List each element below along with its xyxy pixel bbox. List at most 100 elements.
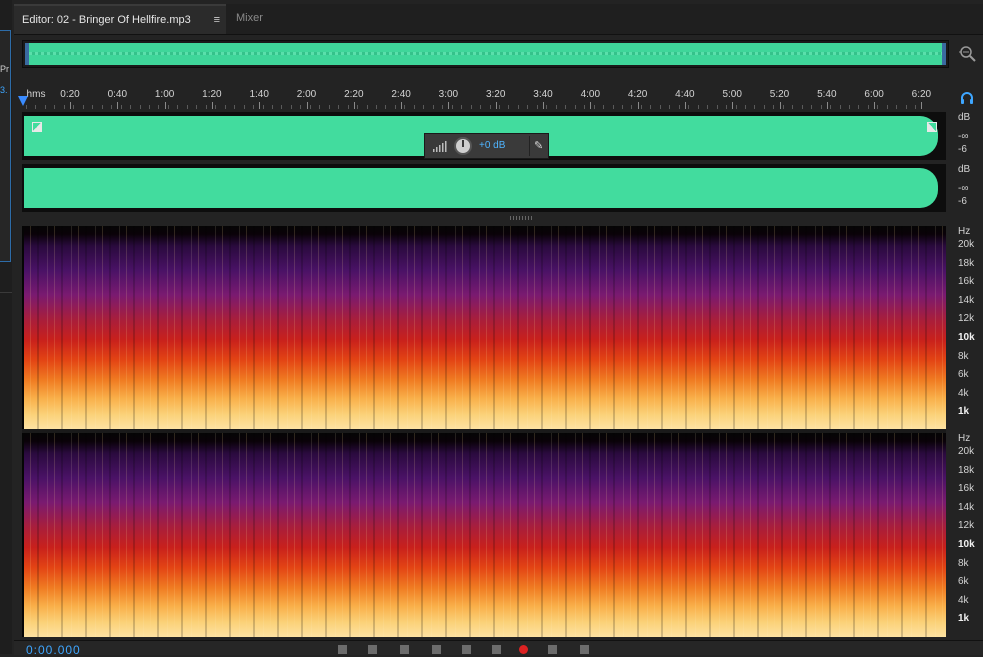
ruler-minor-tick [640,105,642,109]
ruler-time-label: 3:20 [485,89,506,100]
ruler-minor-tick [319,105,321,109]
ruler-minor-tick [328,105,330,109]
waveform-channel-right[interactable] [22,164,946,212]
ruler-minor-tick [839,105,841,109]
ruler-minor-tick [73,105,75,109]
spectral-channel-left[interactable] [22,226,946,429]
rewind-button[interactable] [432,645,441,654]
ruler-minor-tick [688,105,690,109]
hz-label: 1k [958,613,970,625]
go-to-end-button[interactable] [492,645,501,654]
ruler-minor-tick [158,105,160,109]
fast-forward-button[interactable] [462,645,471,654]
ruler-minor-tick [735,105,737,109]
db-unit: dB [958,112,971,123]
ruler-time-label: 6:20 [911,89,932,100]
ruler-minor-tick [565,105,567,109]
loop-button[interactable] [548,645,557,654]
ruler-time-label: 2:20 [344,89,364,100]
spectral-texture [24,226,946,429]
time-ruler[interactable]: hms 0:20 0:40 1:00 1:20 1:40 2:00 2:20 2:40 3:00… [22,86,946,110]
ruler-time-label: 2:00 [296,89,317,100]
ruler-minor-tick [555,105,557,109]
headphone-icon[interactable] [960,91,974,105]
ruler-minor-tick [394,105,396,109]
ruler-minor-tick [186,105,188,109]
ruler-time-label: 2:40 [391,89,411,100]
ruler-major-tick [259,102,261,109]
zoom-icon[interactable] [958,44,978,64]
ruler-time-label: 1:40 [249,89,269,100]
db-label: -∞ [958,183,969,194]
gain-value[interactable]: +0 dB [479,140,505,151]
tab-editor-label: Editor: 02 - Bringer Of Hellfire.mp3 [22,14,191,26]
ruler-time-label: 1:00 [154,89,175,100]
overview-zoom-region [29,52,942,55]
hz-label: 6k [958,369,969,381]
overview-navigator[interactable] [22,40,949,68]
hz-label: 4k [958,387,969,399]
go-to-start-button[interactable] [400,645,409,654]
overview-waveform[interactable] [25,43,946,65]
ruler-minor-tick [338,105,340,109]
spectral-channel-right[interactable] [22,433,946,637]
ruler-minor-tick [811,105,813,109]
hz-label: 12k [958,313,975,325]
ruler-time-label: 4:40 [675,89,695,100]
hz-label: 18k [958,464,975,476]
db-unit: dB [958,164,971,175]
fade-in-icon[interactable] [32,122,42,132]
playhead-icon[interactable] [18,96,28,106]
ruler-minor-tick [896,105,898,109]
ruler-minor-tick [650,105,652,109]
hz-label: 1k [958,406,970,418]
record-button[interactable] [519,645,528,654]
ruler-minor-tick [820,105,822,109]
ruler-minor-tick [234,105,236,109]
ruler-major-tick [732,102,734,109]
ruler-minor-tick [82,105,84,109]
waveform-fill [24,168,938,208]
gain-hud[interactable]: +0 dB ✎ [424,133,549,159]
ruler-minor-tick [546,105,548,109]
ruler-major-tick [921,102,923,109]
ruler-minor-tick [905,105,907,109]
ruler-minor-tick [120,105,122,109]
ruler-minor-tick [886,105,888,109]
ruler-minor-tick [877,105,879,109]
skip-button[interactable] [580,645,589,654]
ruler-major-tick [117,102,119,109]
tab-mixer[interactable]: Mixer [228,4,308,34]
ruler-minor-tick [101,105,103,109]
timecode-display[interactable]: 0:00.000 [26,643,81,657]
ruler-minor-tick [423,105,425,109]
pin-icon[interactable]: ✎ [534,139,543,152]
meter-icon [433,141,447,152]
gain-knob-icon[interactable] [454,137,472,155]
left-panel-fragment: Pr 3. [0,0,12,654]
view-divider-handle[interactable] [510,216,534,220]
ruler-time-label: 4:20 [627,89,648,100]
pause-button[interactable] [368,645,377,654]
ruler-minor-tick [451,105,453,109]
db-scale-left: dB -∞ -6 [952,112,982,160]
hz-label: 14k [958,294,975,306]
ruler-major-tick [211,102,213,109]
play-button[interactable] [338,645,347,654]
menu-icon[interactable]: ≡ [214,6,220,34]
panel-fragment-link[interactable]: 3. [0,85,8,95]
ruler-time-label: 3:00 [438,89,459,100]
ruler-minor-tick [782,105,784,109]
ruler-minor-tick [243,105,245,109]
ruler-minor-tick [139,105,141,109]
tab-editor[interactable]: Editor: 02 - Bringer Of Hellfire.mp3 ≡ [14,4,226,34]
ruler-minor-tick [413,105,415,109]
fade-out-icon[interactable] [927,122,937,132]
db-label: -6 [958,144,967,155]
hz-label: 14k [958,501,975,513]
ruler-minor-tick [376,105,378,109]
ruler-minor-tick [309,105,311,109]
ruler-time-label: 3:40 [533,89,553,100]
ruler-minor-tick [92,105,94,109]
ruler-minor-tick [621,105,623,109]
